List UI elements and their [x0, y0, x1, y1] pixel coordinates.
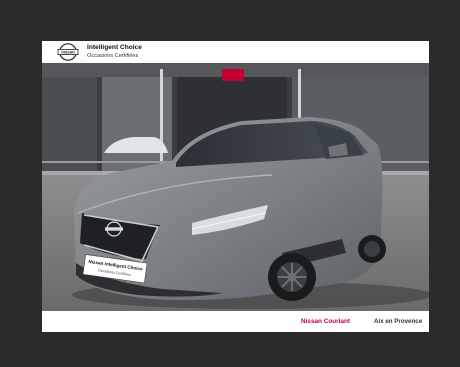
listing-image-frame: NISSAN Intelligent Choice Occasions Cert… [42, 41, 429, 332]
brand-title: Intelligent Choice [87, 44, 142, 51]
dealer-name: Nissan Couriant [301, 318, 351, 325]
brand-subtitle: Occasions Certifiées [87, 53, 139, 59]
nissan-logo-icon: NISSAN [57, 42, 79, 62]
brand-header: NISSAN Intelligent Choice Occasions Cert… [42, 41, 429, 63]
logo-text: NISSAN [61, 51, 75, 55]
dealer-city: Aix en Provence [374, 318, 423, 325]
car-photo: Nissan Intelligent Choice Occasions Cert… [42, 63, 429, 311]
dealer-footer: Nissan Couriant Aix en Provence [42, 311, 429, 332]
screenshot-background: NISSAN Intelligent Choice Occasions Cert… [0, 0, 460, 367]
